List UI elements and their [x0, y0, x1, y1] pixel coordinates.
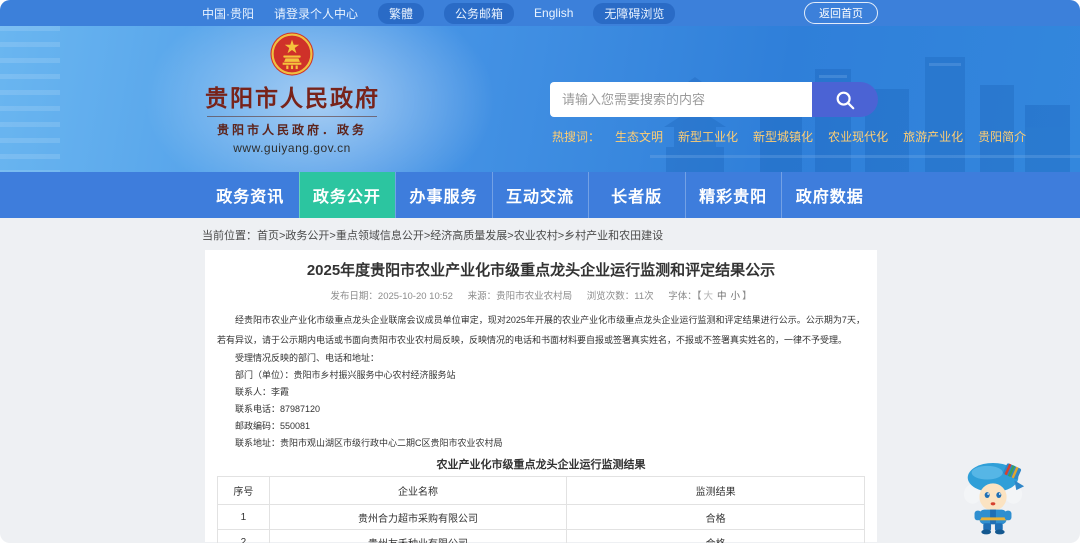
- nav-tab-互动交流[interactable]: 互动交流: [491, 172, 589, 218]
- article-info-line: 受理情况反映的部门、电话和地址：: [235, 353, 380, 363]
- assistant-mascot[interactable]: [958, 457, 1028, 535]
- table-header-cell: 企业名称: [268, 476, 568, 505]
- topbar-link[interactable]: 中国·贵阳: [202, 5, 254, 22]
- site-logo[interactable]: 贵阳市人民政府 贵阳市人民政府．政务 www.guiyang.gov.cn: [205, 31, 379, 155]
- article-source: 来源：贵阳市农业农村局: [467, 291, 573, 302]
- breadcrumb-path[interactable]: 首页>政务公开>重点领域信息公开>经济高质量发展>农业农村>乡村产业和农田建设: [257, 230, 663, 242]
- site-title: 贵阳市人民政府: [205, 85, 380, 111]
- article-info-line: 联系人：李霞: [235, 387, 290, 397]
- nav-tab-精彩贵阳[interactable]: 精彩贵阳: [684, 172, 782, 218]
- monitoring-results-table: 序号企业名称监测结果1贵州合力超市采购有限公司合格2贵州友禾种业有限公司合格3贵…: [217, 476, 865, 543]
- table-cell: 1: [217, 504, 270, 530]
- table-row: 1 贵州合力超市采购有限公司 合格: [217, 504, 865, 530]
- article-card: 2025年度贵阳市农业产业化市级重点龙头企业运行监测和评定结果公示 发布日期：2…: [205, 250, 877, 543]
- topbar-links: 中国·贵阳 请登录个人中心 繁體 公务邮箱 English 无障碍浏览: [202, 2, 804, 24]
- font-size-button[interactable]: 大: [704, 291, 714, 302]
- article-info-line: 邮政编码：550081: [235, 421, 311, 431]
- article-info-line: 联系地址：贵阳市观山湖区市级行政中心二期C区贵阳市农业农村局: [235, 438, 503, 448]
- breadcrumb-label: 当前位置：: [202, 230, 257, 242]
- site-subtitle: 贵阳市人民政府．政务: [216, 123, 367, 137]
- table-cell: 贵州合力超市采购有限公司: [268, 504, 568, 530]
- view-count: 浏览次数：11次: [586, 291, 654, 302]
- hot-search-item[interactable]: 农业现代化: [828, 128, 888, 145]
- font-size-switcher: 字体：【大中小】: [668, 291, 751, 302]
- hot-search-item[interactable]: 新型工业化: [678, 128, 738, 145]
- national-emblem-icon: [270, 32, 314, 76]
- table-cell: 2: [217, 529, 270, 543]
- nav-tab-办事服务[interactable]: 办事服务: [395, 172, 492, 218]
- article-body: 经贵阳市农业产业化市级重点龙头企业联席会议成员单位审定，现对2025年开展的农业…: [217, 310, 865, 452]
- nav-tab-长者版[interactable]: 长者版: [588, 172, 685, 218]
- site-url: www.guiyang.gov.cn: [233, 141, 351, 155]
- search-icon: [836, 91, 855, 109]
- table-header-row: 序号 企业名称 监测结果: [217, 476, 865, 505]
- table-header-cell: 序号: [217, 476, 270, 505]
- hot-search-row: 热搜词： 生态文明 新型工业化 新型城镇化 农业现代化 旅游产业化 贵阳简介: [552, 128, 1026, 145]
- topbar-link[interactable]: English: [534, 6, 573, 20]
- table-cell: 合格: [566, 504, 865, 530]
- font-size-buttons: 大中小: [702, 291, 743, 302]
- site-banner: 贵阳市人民政府 贵阳市人民政府．政务 www.guiyang.gov.cn 热搜…: [0, 26, 1080, 172]
- nav-tab-政务资讯[interactable]: 政务资讯: [202, 172, 299, 218]
- search-input[interactable]: [550, 82, 812, 117]
- font-size-label: 字体：【: [668, 291, 702, 302]
- site-search: [550, 82, 878, 117]
- publish-date: 发布日期：2025-10-20 10:52: [330, 291, 453, 302]
- return-home-button[interactable]: 返回首页: [804, 2, 878, 24]
- font-size-label-close: 】: [742, 291, 752, 302]
- topbar-link[interactable]: 无障碍浏览: [593, 2, 676, 24]
- topbar-link[interactable]: 请登录个人中心: [274, 5, 358, 22]
- topbar-link[interactable]: 繁體: [378, 2, 425, 24]
- hot-search-label: 热搜词：: [552, 130, 601, 144]
- article-info-line: 部门（单位）：贵阳市乡村振兴服务中心农村经济服务站: [235, 370, 456, 380]
- top-utility-bar: 中国·贵阳 请登录个人中心 繁體 公务邮箱 English 无障碍浏览 返回首页: [0, 0, 1080, 26]
- main-navbar: 政务资讯 政务公开 办事服务 互动交流 长者版 精彩贵阳 政府数据: [0, 172, 1080, 218]
- search-button[interactable]: [812, 82, 878, 117]
- article-title: 2025年度贵阳市农业产业化市级重点龙头企业运行监测和评定结果公示: [306, 262, 776, 279]
- font-size-button[interactable]: 中: [717, 291, 727, 302]
- font-size-button[interactable]: 小: [731, 291, 741, 302]
- article-paragraph: 经贵阳市农业产业化市级重点龙头企业联席会议成员单位审定，现对2025年开展的农业…: [217, 315, 865, 345]
- hot-search-item[interactable]: 旅游产业化: [903, 128, 963, 145]
- hot-search-item[interactable]: 贵阳简介: [978, 128, 1026, 145]
- topbar-link[interactable]: 公务邮箱: [444, 2, 515, 24]
- nav-items: 政务资讯 政务公开 办事服务 互动交流 长者版 精彩贵阳 政府数据: [202, 172, 878, 218]
- results-table-caption: 农业产业化市级重点龙头企业运行监测结果: [436, 459, 646, 471]
- hot-search-item[interactable]: 新型城镇化: [753, 128, 813, 145]
- government-portal-page: 中国·贵阳 请登录个人中心 繁體公务邮箱 English 无障碍浏览 返回首页: [0, 0, 1080, 543]
- table-cell: 合格: [566, 529, 865, 543]
- nav-tab-政府数据[interactable]: 政府数据: [781, 172, 878, 218]
- table-header-cell: 监测结果: [566, 476, 865, 505]
- banner-decor-lines: [0, 26, 60, 172]
- article-meta: 发布日期：2025-10-20 10:52 来源：贵阳市农业农村局 浏览次数：1…: [217, 288, 865, 302]
- breadcrumb: 当前位置：首页>政务公开>重点领域信息公开>经济高质量发展>农业农村>乡村产业和…: [202, 227, 1080, 243]
- hot-search-item[interactable]: 生态文明: [615, 128, 663, 145]
- logo-divider: [207, 116, 377, 117]
- table-cell: 贵州友禾种业有限公司: [268, 529, 568, 543]
- nav-tab-政务公开[interactable]: 政务公开: [298, 172, 396, 218]
- article-info-line: 联系电话：87987120: [235, 404, 321, 414]
- table-row: 2贵州友禾种业有限公司合格: [217, 529, 865, 543]
